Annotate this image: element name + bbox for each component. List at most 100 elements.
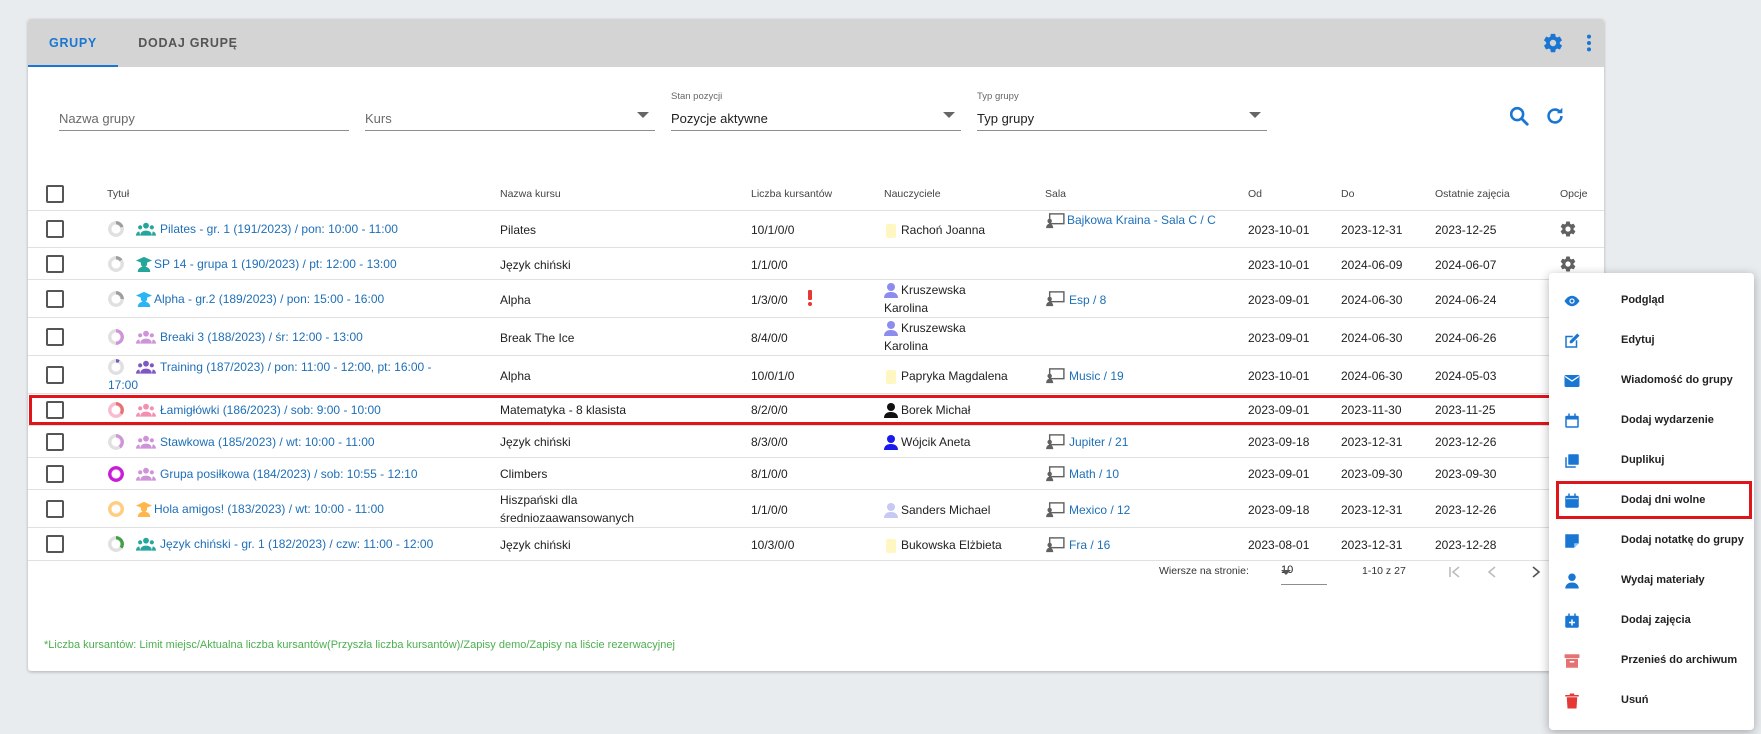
course-name: Alpha — [500, 293, 531, 307]
group-icon — [136, 467, 156, 481]
row-checkbox[interactable] — [46, 366, 64, 384]
student-count: 1/3/0/0 — [751, 293, 788, 307]
room-link[interactable]: Math / 10 — [1069, 465, 1119, 483]
room-link[interactable]: Esp / 8 — [1069, 291, 1106, 309]
course-select[interactable]: Kurs — [365, 91, 655, 131]
table-row[interactable]: Stawkowa (185/2023) / wt: 10:00 - 11:00 … — [28, 426, 1604, 458]
row-checkbox[interactable] — [46, 535, 64, 553]
menu-item-duplicate[interactable]: Duplikuj — [1549, 441, 1754, 481]
menu-item-add-event[interactable]: Dodaj wydarzenie — [1549, 401, 1754, 441]
course-name: Climbers — [500, 467, 548, 481]
date-from: 2023-10-01 — [1248, 223, 1310, 237]
options-gear-icon[interactable] — [1559, 220, 1577, 238]
row-checkbox[interactable] — [46, 328, 64, 346]
classroom-icon — [1046, 466, 1065, 482]
date-to: 2024-06-30 — [1341, 369, 1403, 383]
group-title-link[interactable]: Training (187/2023) / pon: 11:00 - 12:00… — [108, 358, 438, 394]
more-vert-icon[interactable] — [1578, 32, 1600, 54]
eye-icon — [1564, 295, 1580, 307]
tab-groups[interactable]: GRUPY — [28, 19, 118, 67]
group-title-link[interactable]: Alpha - gr.2 (189/2023) / pon: 15:00 - 1… — [154, 290, 384, 308]
table-row[interactable]: Alpha - gr.2 (189/2023) / pon: 15:00 - 1… — [28, 280, 1604, 318]
first-page-icon[interactable] — [1447, 564, 1463, 580]
menu-item-label: Usuń — [1621, 694, 1649, 706]
menu-item-preview[interactable]: Podgląd — [1549, 281, 1754, 321]
menu-item-label: Edytuj — [1621, 334, 1655, 346]
search-icon[interactable] — [1508, 105, 1530, 127]
group-title-link[interactable]: Język chiński - gr. 1 (182/2023) / czw: … — [160, 535, 433, 553]
menu-item-add-classes[interactable]: Dodaj zajęcia — [1549, 601, 1754, 641]
group-title-link[interactable]: Pilates - gr. 1 (191/2023) / pon: 10:00 … — [160, 220, 420, 238]
prev-page-icon[interactable] — [1484, 564, 1500, 580]
teacher-name: Kruszewska Karolina — [884, 283, 966, 315]
date-to: 2023-09-30 — [1341, 467, 1403, 481]
last-class: 2023-09-30 — [1435, 467, 1497, 481]
tab-add-group[interactable]: DODAJ GRUPĘ — [118, 19, 258, 67]
teacher-name: Sanders Michael — [901, 503, 991, 517]
calendar-plus-icon — [1565, 613, 1579, 628]
room-link[interactable]: Bajkowa Kraina - Sala C / C — [1067, 212, 1217, 229]
room-link[interactable]: Mexico / 12 — [1069, 501, 1130, 519]
last-class: 2024-06-26 — [1435, 331, 1497, 345]
menu-item-message[interactable]: Wiadomość do grupy — [1549, 361, 1754, 401]
last-class: 2024-06-24 — [1435, 293, 1497, 307]
table-row[interactable]: Pilates - gr. 1 (191/2023) / pon: 10:00 … — [28, 211, 1604, 248]
student-count: 10/0/1/0 — [751, 369, 795, 383]
group-title-link[interactable]: Breaki 3 (188/2023) / śr: 12:00 - 13:00 — [160, 328, 363, 346]
col-title: Tytuł — [107, 188, 130, 200]
student-count: 1/1/0/0 — [751, 258, 788, 272]
col-options: Opcje — [1560, 188, 1588, 200]
select-all-checkbox[interactable] — [46, 185, 64, 203]
course-name: Break The Ice — [500, 331, 575, 345]
position-state-select[interactable]: Stan pozycji Pozycje aktywne — [671, 91, 961, 131]
row-options-menu: Podgląd Edytuj Wiadomość do grupy Dodaj … — [1549, 273, 1754, 730]
teacher-name: Wójcik Aneta — [901, 435, 971, 449]
group-type-value: Typ grupy — [977, 111, 1035, 126]
table-row[interactable]: Training (187/2023) / pon: 11:00 - 12:00… — [28, 356, 1604, 394]
group-type-label: Typ grupy — [977, 91, 1019, 102]
chevron-down-icon — [1249, 112, 1261, 118]
menu-item-delete[interactable]: Usuń — [1549, 681, 1754, 721]
table-row[interactable]: SP 14 - grupa 1 (190/2023) / pt: 12:00 -… — [28, 248, 1604, 280]
table-header: Tytuł Nazwa kursu Liczba kursantów Naucz… — [28, 178, 1604, 211]
occupancy-ring-icon — [108, 536, 124, 552]
tab-bar: GRUPY DODAJ GRUPĘ — [28, 19, 1604, 67]
position-state-value: Pozycje aktywne — [671, 111, 768, 126]
rows-per-page-select[interactable]: 10 — [1281, 559, 1327, 585]
menu-item-edit[interactable]: Edytuj — [1549, 321, 1754, 361]
menu-item-add-note[interactable]: Dodaj notatkę do grupy — [1549, 521, 1754, 561]
group-name-input[interactable]: Nazwa grupy — [59, 91, 349, 131]
occupancy-ring-icon — [108, 466, 124, 482]
group-title-link[interactable]: SP 14 - grupa 1 (190/2023) / pt: 12:00 -… — [154, 255, 397, 273]
row-checkbox[interactable] — [46, 290, 64, 308]
menu-item-archive[interactable]: Przenieś do archiwum — [1549, 641, 1754, 681]
refresh-icon[interactable] — [1544, 105, 1566, 127]
edit-icon — [1565, 333, 1580, 348]
filter-bar: Nazwa grupy Kurs Stan pozycji Pozycje ak… — [28, 67, 1604, 179]
row-checkbox[interactable] — [46, 500, 64, 518]
table-row[interactable]: Grupa posiłkowa (184/2023) / sob: 10:55 … — [28, 458, 1604, 490]
col-from: Od — [1248, 188, 1263, 200]
row-checkbox[interactable] — [46, 220, 64, 238]
menu-item-add-days-off[interactable]: Dodaj dni wolne — [1556, 481, 1752, 519]
room-link[interactable]: Music / 19 — [1069, 367, 1124, 385]
group-type-select[interactable]: Typ grupy Typ grupy — [977, 91, 1267, 131]
menu-item-label: Dodaj dni wolne — [1621, 494, 1706, 506]
options-gear-icon[interactable] — [1559, 255, 1577, 273]
col-count: Liczba kursantów — [751, 188, 833, 200]
table-row[interactable]: Breaki 3 (188/2023) / śr: 12:00 - 13:00 … — [28, 318, 1604, 356]
row-checkbox[interactable] — [46, 465, 64, 483]
table-row[interactable]: Hola amigos! (183/2023) / wt: 10:00 - 11… — [28, 490, 1604, 528]
last-class: 2023-12-28 — [1435, 538, 1497, 552]
group-title-link[interactable]: Grupa posiłkowa (184/2023) / sob: 10:55 … — [160, 465, 418, 483]
row-checkbox[interactable] — [46, 255, 64, 273]
menu-item-issue-materials[interactable]: Wydaj materiały — [1549, 561, 1754, 601]
date-from: 2023-09-01 — [1248, 331, 1310, 345]
next-page-icon[interactable] — [1528, 564, 1544, 580]
group-title-link[interactable]: Hola amigos! (183/2023) / wt: 10:00 - 11… — [154, 500, 384, 518]
room-link[interactable]: Fra / 16 — [1069, 536, 1110, 554]
room-link[interactable]: Jupiter / 21 — [1069, 433, 1128, 451]
row-checkbox[interactable] — [46, 433, 64, 451]
group-title-link[interactable]: Stawkowa (185/2023) / wt: 10:00 - 11:00 — [160, 433, 375, 451]
gear-icon[interactable] — [1542, 32, 1564, 54]
